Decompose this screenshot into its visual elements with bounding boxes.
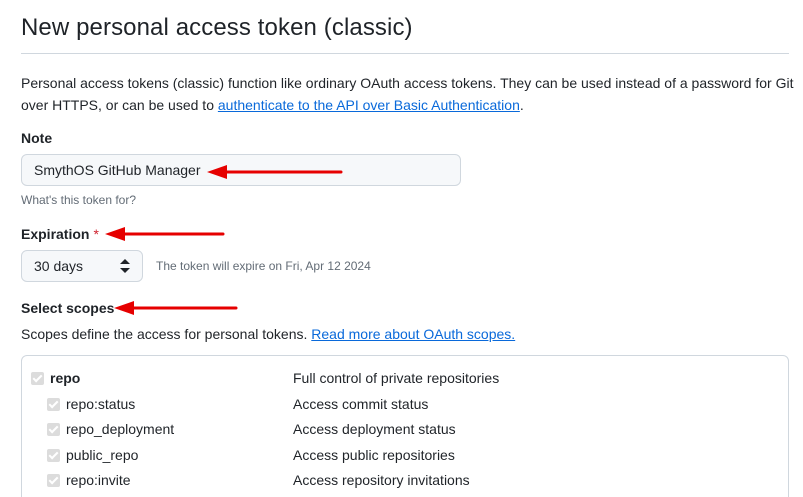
scope-name: repo_deployment (66, 421, 175, 437)
select-updown-icon (120, 259, 130, 273)
annotation-arrow-icon (105, 227, 225, 241)
expiration-hint: The token will expire on Fri, Apr 12 202… (156, 259, 371, 273)
scope-name: repo:status (66, 396, 136, 412)
scope-checkbox[interactable] (47, 423, 60, 436)
oauth-scopes-link[interactable]: Read more about OAuth scopes. (311, 326, 515, 342)
required-mark: * (93, 226, 99, 242)
annotation-arrow-icon (207, 165, 343, 179)
scope-checkbox[interactable] (31, 372, 44, 385)
expiration-label-text: Expiration (21, 226, 90, 242)
scopes-list: repo Full control of private repositorie… (21, 355, 789, 497)
scope-description: Access commit status (293, 396, 429, 412)
scope-row-repo-deployment: repo_deployment Access deployment status (22, 420, 788, 440)
note-hint: What's this token for? (21, 193, 137, 207)
scopes-description: Scopes define the access for personal to… (21, 326, 515, 342)
basic-auth-link[interactable]: authenticate to the API over Basic Authe… (218, 97, 520, 113)
scope-checkbox[interactable] (47, 398, 60, 411)
intro-paragraph: Personal access tokens (classic) functio… (21, 72, 796, 116)
scope-checkbox[interactable] (47, 449, 60, 462)
scope-row-repo: repo Full control of private repositorie… (22, 369, 788, 389)
scope-checkbox[interactable] (47, 474, 60, 487)
scope-description: Full control of private repositories (293, 370, 500, 386)
title-divider (21, 53, 789, 54)
annotation-arrow-icon (114, 301, 238, 315)
expiration-selected-value: 30 days (34, 258, 84, 274)
scope-name: repo (50, 370, 81, 386)
scope-description: Access public repositories (293, 447, 455, 463)
expiration-label: Expiration * (21, 226, 99, 242)
page-title: New personal access token (classic) (21, 14, 413, 41)
scopes-description-text: Scopes define the access for personal to… (21, 326, 312, 342)
scope-description: Access repository invitations (293, 472, 470, 488)
scope-description: Access deployment status (293, 421, 456, 437)
scope-name: repo:invite (66, 472, 131, 488)
scope-row-repo-invite: repo:invite Access repository invitation… (22, 471, 788, 491)
intro-end: . (519, 97, 524, 113)
expiration-select[interactable]: 30 days (21, 250, 143, 282)
scope-name: public_repo (66, 447, 139, 463)
note-label: Note (21, 130, 53, 146)
scope-row-repo-status: repo:status Access commit status (22, 395, 788, 415)
scope-row-public-repo: public_repo Access public repositories (22, 446, 788, 466)
scopes-label: Select scopes (21, 300, 115, 316)
